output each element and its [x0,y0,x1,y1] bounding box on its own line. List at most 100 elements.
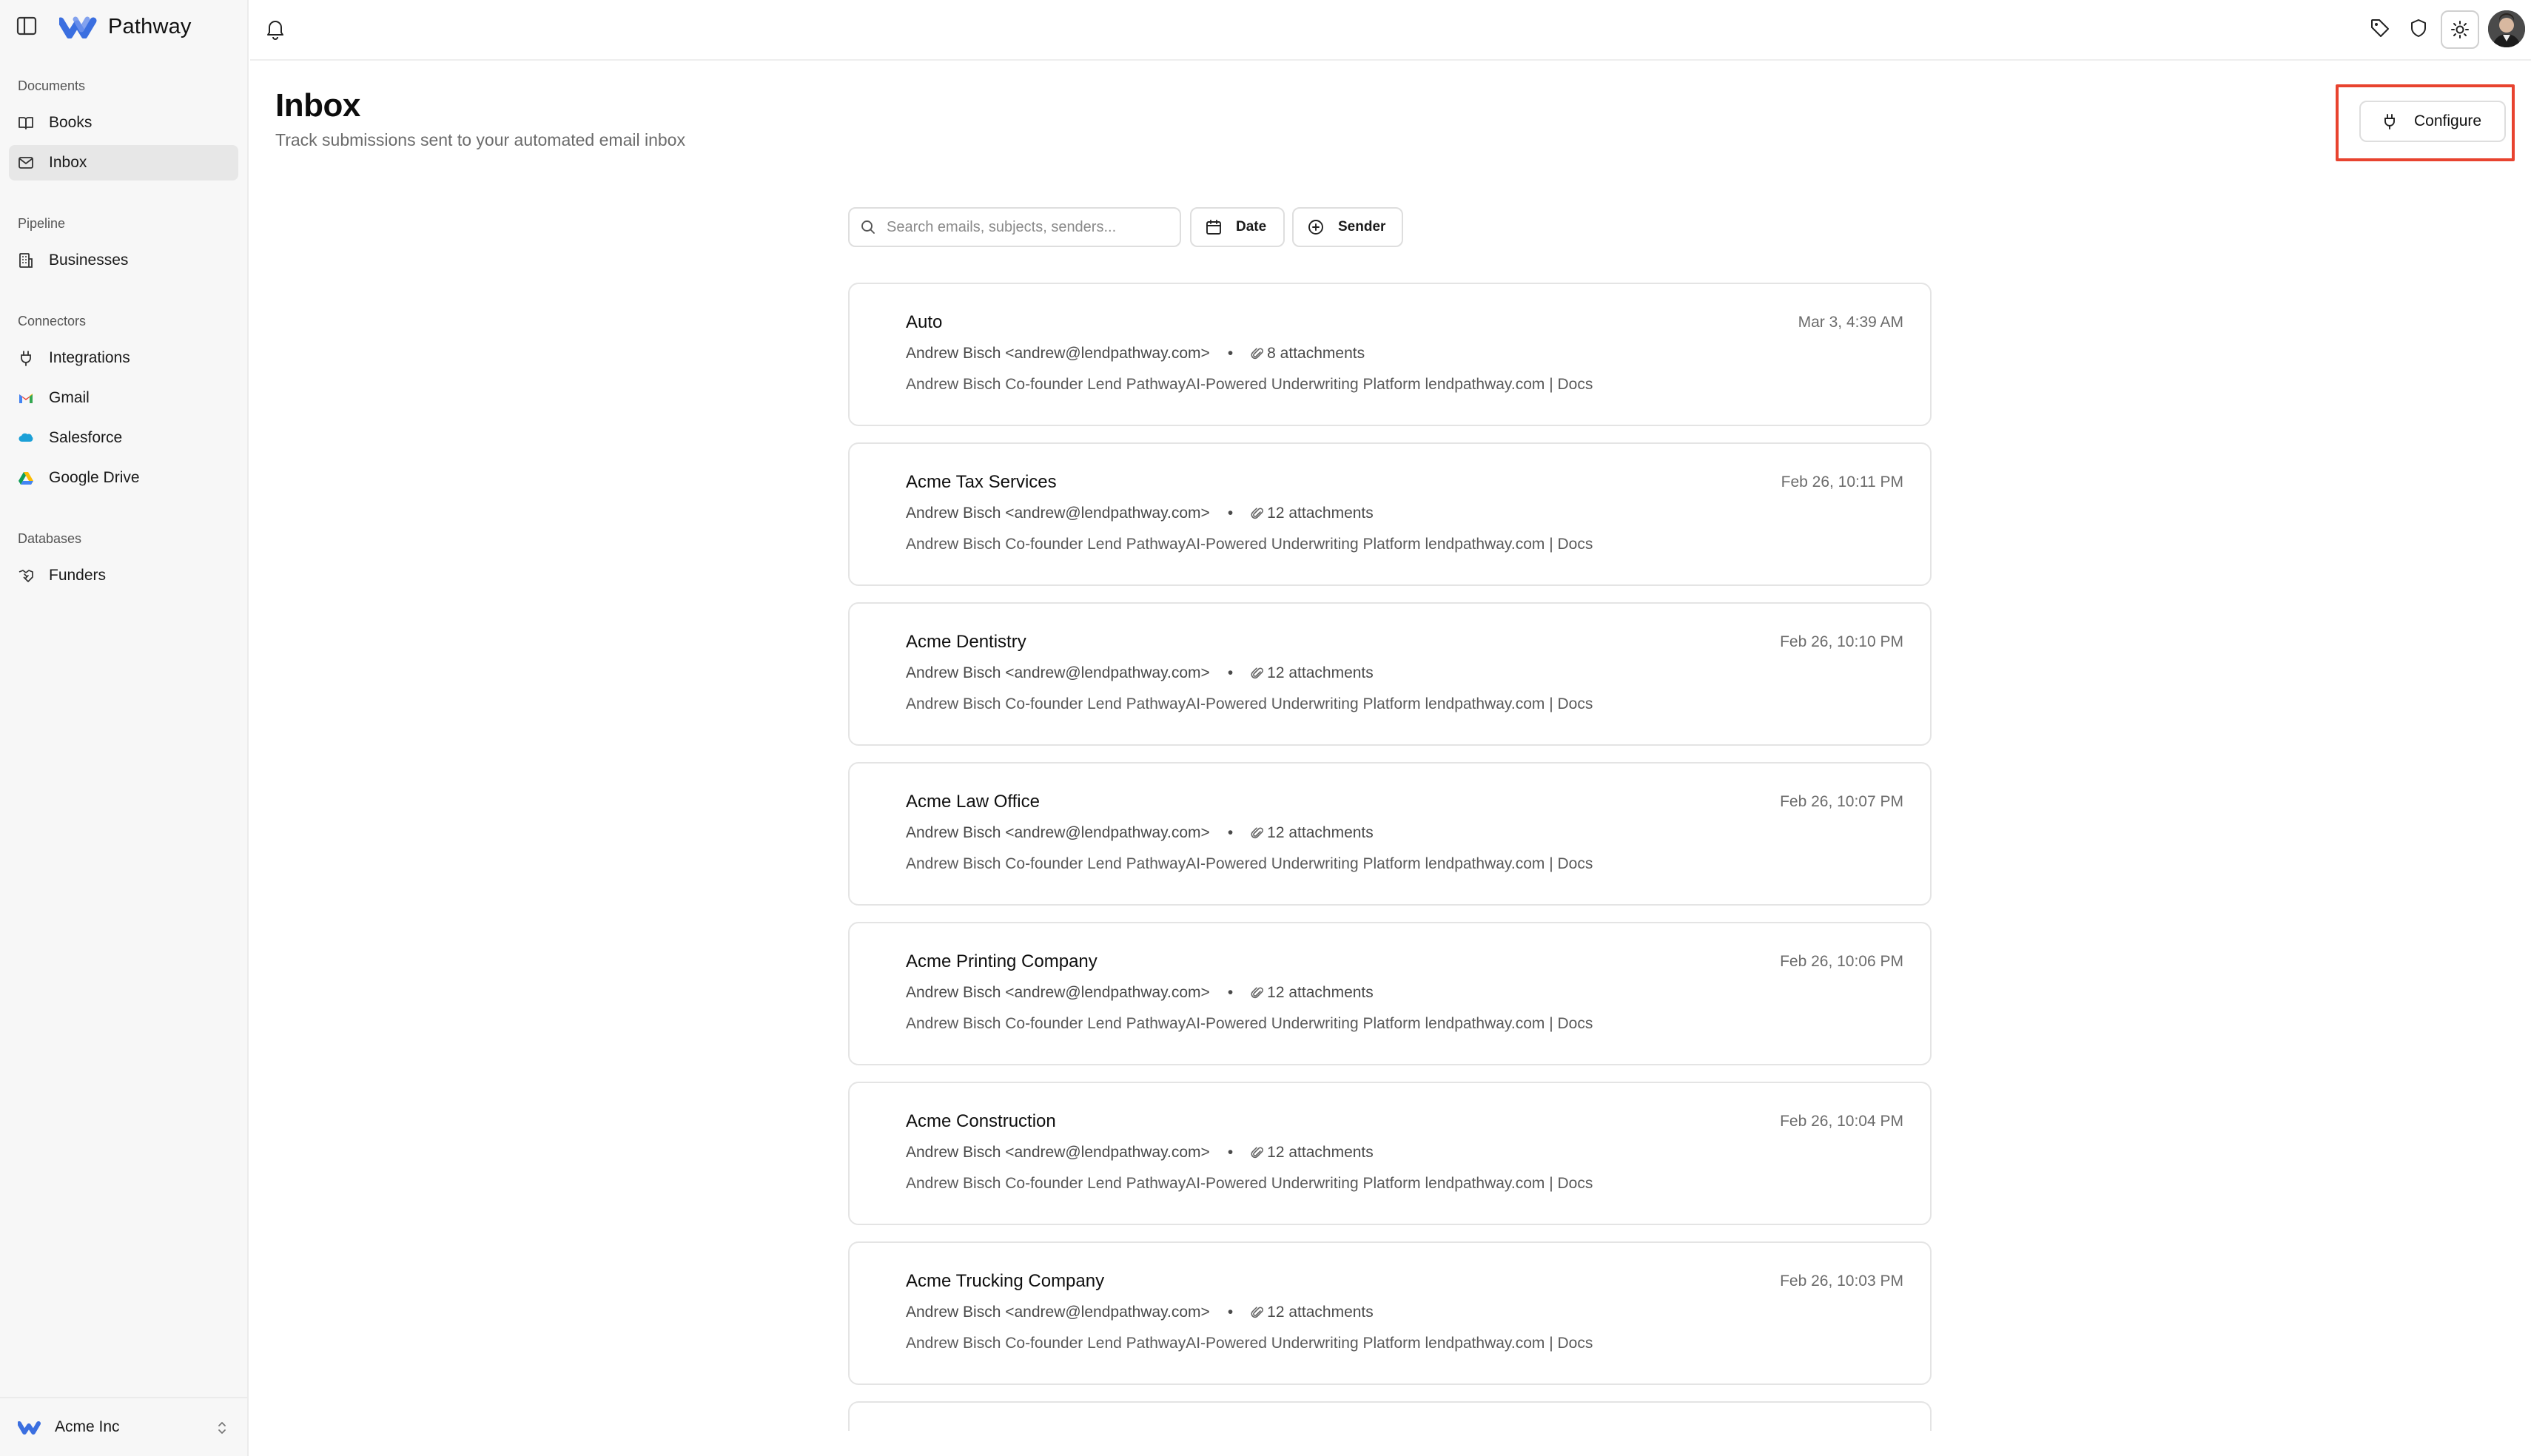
email-preview: Andrew Bisch Co-founder Lend PathwayAI-P… [906,695,1593,712]
email-attachments: 12 attachments [1267,505,1374,522]
separator-dot: • [1227,345,1234,362]
paperclip-icon [1251,827,1264,839]
email-item[interactable]: Auto Mar 3, 4:39 AM Andrew Bisch <andrew… [848,283,1932,426]
app-root: Pathway Documents Books Inbox Pipeline B… [0,0,2531,1456]
email-item[interactable]: Acme Dentistry Feb 26, 10:10 PM Andrew B… [848,602,1932,746]
app-logo[interactable]: Pathway [59,12,192,41]
email-meta: Andrew Bisch <andrew@lendpathway.com> • … [906,1304,1374,1321]
sidebar-item-label: Businesses [49,252,129,269]
email-item[interactable]: Acme Tax Services Feb 26, 10:11 PM Andre… [848,442,1932,586]
paperclip-icon [1251,508,1264,519]
sidebar-item-label: Google Drive [49,469,140,486]
email-attachments: 12 attachments [1267,1144,1374,1161]
sun-icon [2451,21,2469,38]
email-attachments: 12 attachments [1267,1304,1374,1321]
email-preview: Andrew Bisch Co-founder Lend PathwayAI-P… [906,1175,1593,1192]
sidebar-item-funders[interactable]: Funders [9,558,238,593]
user-avatar[interactable] [2488,10,2525,47]
sidebar-item-businesses[interactable]: Businesses [9,243,238,278]
email-meta: Andrew Bisch <andrew@lendpathway.com> • … [906,345,1365,363]
sidebar-item-label: Funders [49,567,107,584]
sidebar-heading-databases: Databases [18,531,82,546]
sidebar-toggle-icon[interactable] [16,16,37,36]
sidebar-item-label: Integrations [49,349,130,366]
tag-icon[interactable] [2370,18,2390,38]
paperclip-icon [1251,987,1264,999]
date-filter-button[interactable]: Date [1190,207,1285,247]
email-sender: Andrew Bisch <andrew@lendpathway.com> [906,505,1210,522]
sidebar-item-books[interactable]: Books [9,105,238,141]
sender-filter-button[interactable]: Sender [1292,207,1403,247]
sidebar-heading-pipeline: Pipeline [18,216,66,231]
sidebar-item-label: Salesforce [49,429,123,446]
sidebar: Pathway Documents Books Inbox Pipeline B… [0,0,249,1456]
building-icon [19,253,33,268]
search-box[interactable] [848,207,1181,247]
avatar-image [2488,10,2525,47]
email-subject: Acme Construction [906,1111,1056,1131]
email-item[interactable]: Acme Trucking Company Feb 26, 10:03 PM A… [848,1241,1932,1385]
email-preview: Andrew Bisch Co-founder Lend PathwayAI-P… [906,1335,1593,1352]
google-drive-icon [19,472,33,485]
sidebar-item-inbox[interactable]: Inbox [9,145,238,181]
email-date: Feb 26, 10:07 PM [1780,793,1903,810]
paperclip-icon [1251,1147,1264,1159]
separator-dot: • [1227,984,1234,1001]
email-date: Feb 26, 10:10 PM [1780,633,1903,650]
email-subject: Auto [906,312,943,332]
bell-icon[interactable] [265,18,286,40]
email-attachments: 12 attachments [1267,664,1374,681]
configure-button[interactable]: Configure [2359,101,2506,142]
email-date: Feb 26, 10:06 PM [1780,953,1903,970]
gmail-icon [19,394,33,403]
page-title: Inbox [275,87,360,124]
sidebar-heading-documents: Documents [18,78,86,93]
calendar-icon [1206,220,1221,235]
email-subject: Acme Dentistry [906,632,1026,652]
pathway-logo-icon [59,16,97,38]
top-bar [250,0,2531,61]
org-logo-icon [18,1421,41,1435]
email-preview: Andrew Bisch Co-founder Lend PathwayAI-P… [906,536,1593,553]
shield-icon[interactable] [2408,18,2429,38]
theme-toggle-button[interactable] [2441,10,2479,49]
book-icon [19,117,33,129]
sidebar-item-label: Books [49,114,93,131]
sidebar-item-google-drive[interactable]: Google Drive [9,460,238,496]
org-switcher[interactable]: Acme Inc [0,1397,249,1456]
email-sender: Andrew Bisch <andrew@lendpathway.com> [906,664,1210,681]
email-attachments: 12 attachments [1267,984,1374,1001]
email-subject: Acme Printing Company [906,951,1098,971]
org-name: Acme Inc [55,1418,120,1435]
email-date: Feb 26, 10:04 PM [1780,1113,1903,1130]
sidebar-item-label: Inbox [49,154,87,171]
salesforce-icon [19,433,33,442]
separator-dot: • [1227,505,1234,522]
email-subject: Acme Tax Services [906,472,1057,492]
email-subject: Acme Trucking Company [906,1271,1105,1291]
separator-dot: • [1227,1144,1234,1161]
email-item-partial[interactable] [848,1401,1932,1431]
separator-dot: • [1227,1304,1234,1321]
email-item[interactable]: Acme Law Office Feb 26, 10:07 PM Andrew … [848,762,1932,906]
paperclip-icon [1251,348,1264,360]
email-preview: Andrew Bisch Co-founder Lend PathwayAI-P… [906,1015,1593,1032]
email-item[interactable]: Acme Printing Company Feb 26, 10:06 PM A… [848,922,1932,1065]
email-item[interactable]: Acme Construction Feb 26, 10:04 PM Andre… [848,1082,1932,1225]
email-sender: Andrew Bisch <andrew@lendpathway.com> [906,1304,1210,1321]
plug-icon [2384,114,2395,129]
separator-dot: • [1227,664,1234,681]
app-name: Pathway [108,14,192,38]
sidebar-item-integrations[interactable]: Integrations [9,340,238,376]
search-icon [861,220,875,234]
paperclip-icon [1251,1307,1264,1318]
sidebar-item-gmail[interactable]: Gmail [9,380,238,416]
sidebar-item-label: Gmail [49,389,90,406]
sidebar-item-salesforce[interactable]: Salesforce [9,420,238,456]
search-input[interactable] [887,218,1168,236]
email-meta: Andrew Bisch <andrew@lendpathway.com> • … [906,984,1374,1002]
handshake-icon [19,570,33,582]
email-attachments: 12 attachments [1267,824,1374,841]
mail-icon [19,157,33,169]
page-subtitle: Track submissions sent to your automated… [275,130,685,149]
